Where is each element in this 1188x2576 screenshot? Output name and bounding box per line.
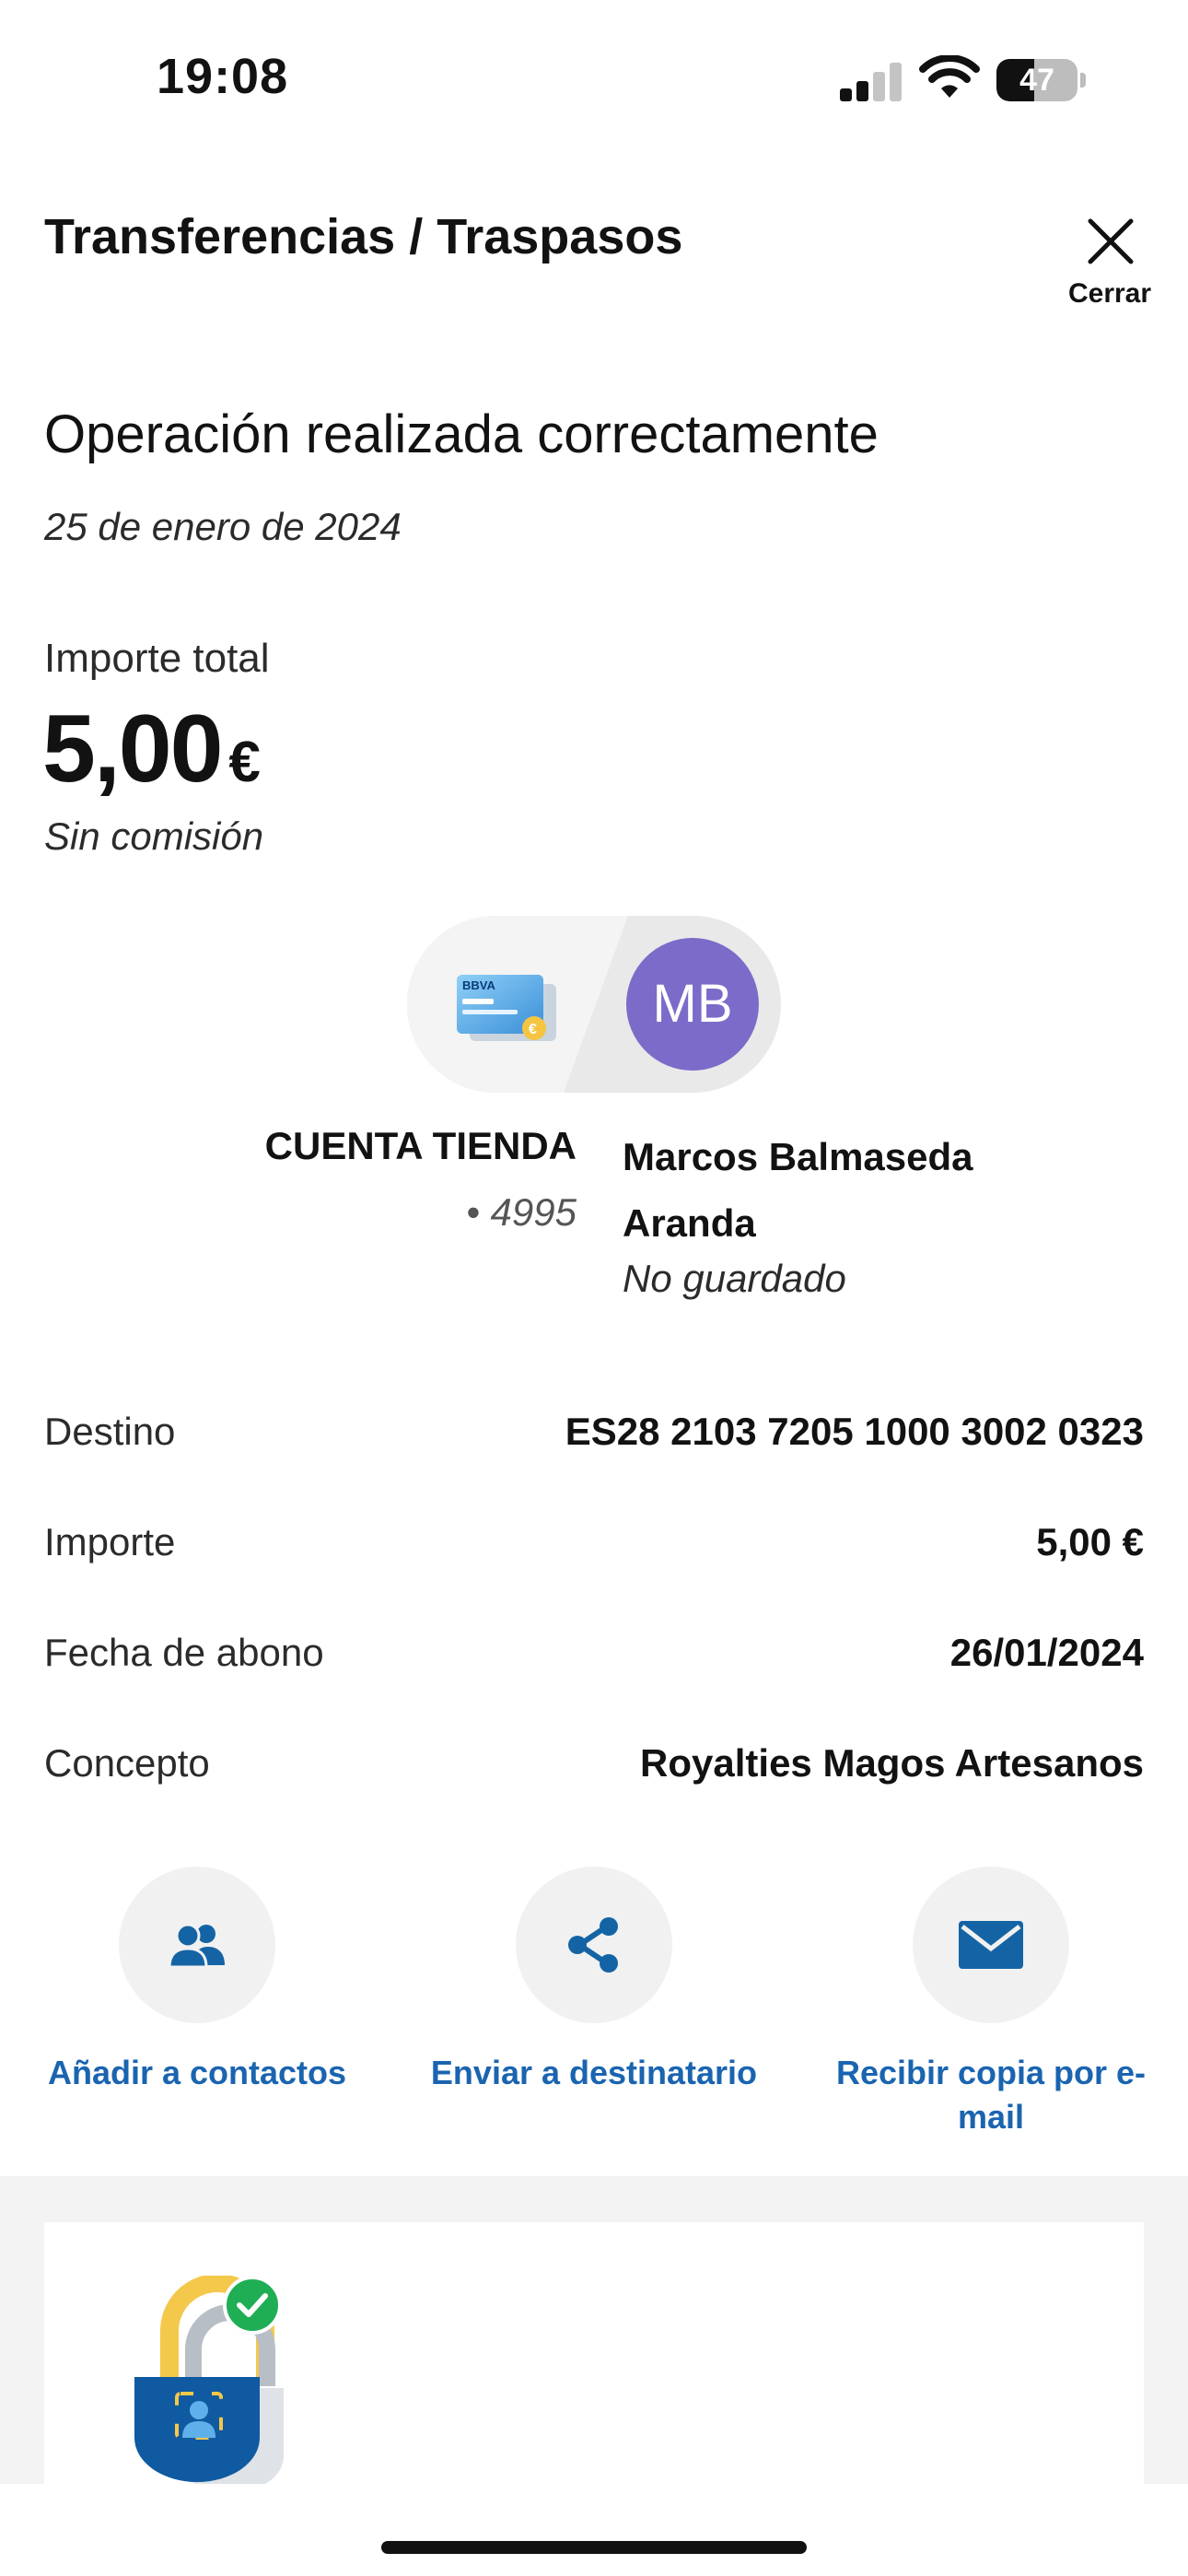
detail-value-concepto: Royalties Magos Artesanos bbox=[640, 1741, 1144, 1785]
amount-label: Importe total bbox=[44, 636, 270, 681]
card-brand-text: BBVA bbox=[462, 978, 495, 992]
status-time: 19:08 bbox=[157, 49, 289, 104]
detail-value-importe: 5,00 € bbox=[1036, 1520, 1144, 1563]
cellular-signal-icon bbox=[840, 61, 904, 101]
page-title: Transferencias / Traspasos bbox=[44, 209, 683, 264]
battery-icon: 47 bbox=[996, 59, 1086, 101]
close-label: Cerrar bbox=[1067, 278, 1152, 309]
recipient-name-line2: Aranda bbox=[623, 1201, 756, 1245]
detail-label-destino: Destino bbox=[44, 1410, 176, 1453]
origin-account-name: CUENTA TIENDA bbox=[264, 1124, 577, 1167]
operation-title: Operación realizada correctamente bbox=[44, 404, 879, 464]
amount-value: 5,00 € bbox=[42, 695, 261, 804]
detail-value-fecha: 26/01/2024 bbox=[949, 1631, 1144, 1674]
send-recipient-label: Enviar a destinatario bbox=[430, 2054, 758, 2091]
contacts-icon bbox=[168, 1923, 225, 1969]
recipient-name: Marcos Balmaseda Aranda bbox=[623, 1124, 1009, 1257]
mail-icon bbox=[959, 1921, 1023, 1969]
close-button[interactable]: Cerrar bbox=[1059, 208, 1160, 319]
email-copy-button[interactable]: Recibir copia por e-mail bbox=[807, 1867, 1175, 2139]
email-copy-circle bbox=[913, 1867, 1069, 2023]
detail-label-importe: Importe bbox=[44, 1520, 176, 1563]
add-to-contacts-button[interactable]: Añadir a contactos bbox=[13, 1867, 381, 2095]
detail-label-concepto: Concepto bbox=[44, 1741, 210, 1785]
add-contacts-circle bbox=[119, 1867, 275, 2023]
home-indicator[interactable] bbox=[381, 2541, 807, 2554]
svg-text:€: € bbox=[529, 1022, 537, 1037]
battery-level-text: 47 bbox=[1019, 63, 1054, 98]
detail-value-destino: ES28 2103 7205 1000 3002 0323 bbox=[565, 1410, 1144, 1453]
secure-lock-icon bbox=[134, 2276, 284, 2488]
wifi-icon bbox=[919, 55, 980, 98]
recipient-name-line1: Marcos Balmaseda bbox=[623, 1135, 973, 1178]
amount-number: 5,00 bbox=[42, 696, 223, 802]
close-icon bbox=[1088, 218, 1134, 264]
add-contacts-label: Añadir a contactos bbox=[47, 2054, 347, 2091]
send-to-recipient-button[interactable]: Enviar a destinatario bbox=[410, 1867, 778, 2095]
bank-card-icon: BBVA € bbox=[457, 975, 556, 1041]
home-area bbox=[0, 2484, 1188, 2576]
recipient-status: No guardado bbox=[623, 1257, 846, 1300]
amount-currency: € bbox=[228, 731, 261, 794]
operation-date: 25 de enero de 2024 bbox=[44, 505, 402, 548]
detail-label-fecha: Fecha de abono bbox=[44, 1631, 324, 1674]
share-icon bbox=[568, 1917, 618, 1973]
email-copy-label: Recibir copia por e-mail bbox=[835, 2054, 1147, 2136]
send-recipient-circle bbox=[516, 1867, 672, 2023]
recipient-avatar: MB bbox=[626, 938, 759, 1071]
commission-note: Sin comisión bbox=[44, 814, 264, 858]
origin-account-number: • 4995 bbox=[466, 1190, 577, 1234]
